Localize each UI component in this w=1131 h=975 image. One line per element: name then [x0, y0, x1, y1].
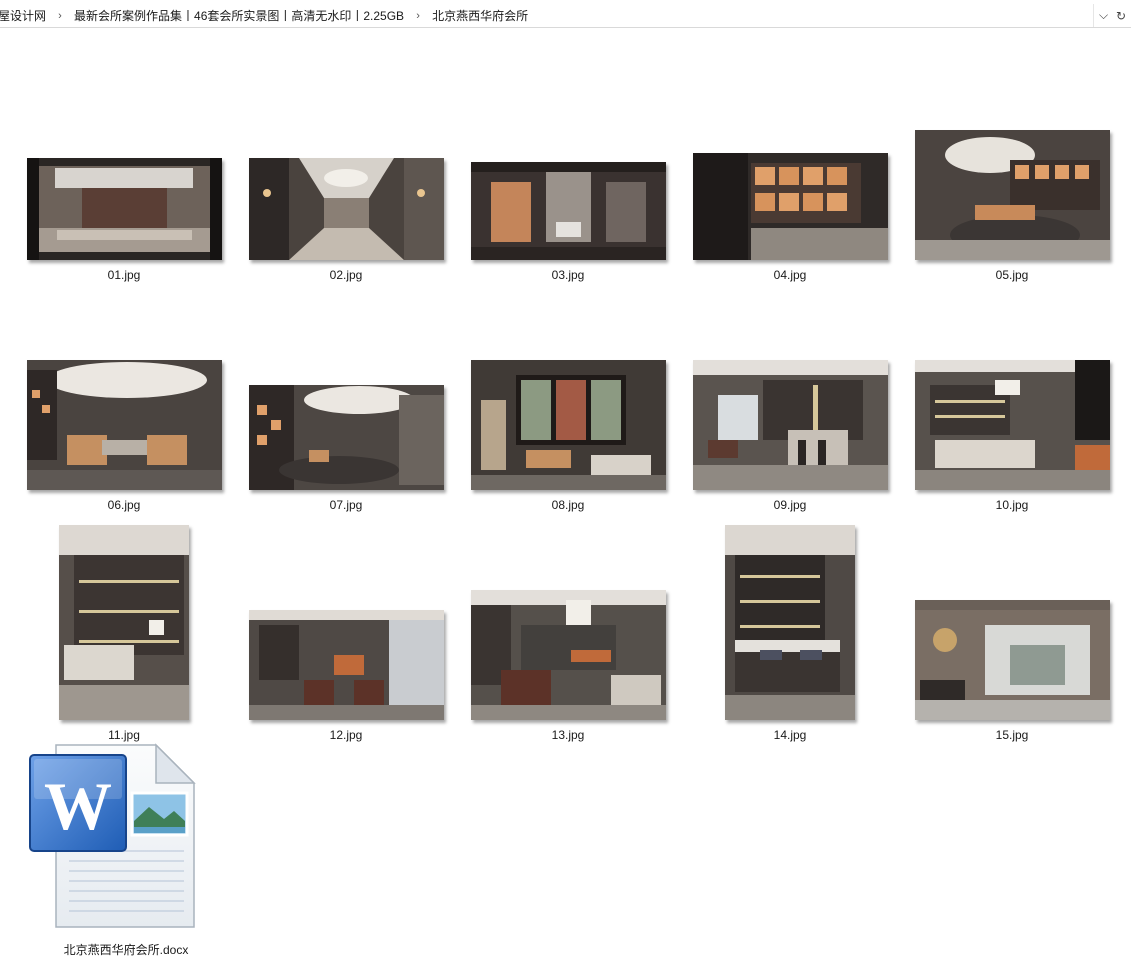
file-name: 08.jpg [551, 498, 585, 512]
breadcrumb-item-site[interactable]: 屋设计网 [0, 7, 48, 24]
image-thumbnail [26, 158, 222, 260]
image-thumbnail [725, 525, 855, 720]
file-name: 04.jpg [773, 268, 807, 282]
file-name: 15.jpg [995, 728, 1029, 742]
file-name: 05.jpg [995, 268, 1029, 282]
file-name: 北京燕西华府会所.docx [63, 943, 189, 957]
image-thumbnail [470, 360, 666, 490]
file-name: 09.jpg [773, 498, 807, 512]
breadcrumb: 屋设计网 › 最新会所案例作品集丨46套会所实景图丨高清无水印丨2.25GB ›… [0, 4, 530, 27]
chevron-right-icon[interactable]: › [406, 10, 430, 22]
image-thumbnail [470, 590, 666, 720]
file-name: 11.jpg [108, 728, 140, 742]
file-name: 10.jpg [995, 498, 1029, 512]
refresh-icon[interactable]: ↻ [1111, 4, 1131, 27]
chevron-down-icon[interactable]: ⌵ [1093, 4, 1113, 27]
file-name: 01.jpg [107, 268, 141, 282]
file-name: 14.jpg [773, 728, 807, 742]
image-thumbnail [470, 162, 666, 260]
chevron-right-icon[interactable]: › [48, 10, 72, 22]
image-thumbnail [914, 360, 1110, 490]
landscape-picture-icon [130, 791, 189, 837]
file-name: 03.jpg [551, 268, 585, 282]
file-name: 06.jpg [107, 498, 141, 512]
breadcrumb-item-collection[interactable]: 最新会所案例作品集丨46套会所实景图丨高清无水印丨2.25GB [72, 7, 406, 24]
image-thumbnail [59, 525, 189, 720]
file-name: 07.jpg [329, 498, 363, 512]
image-thumbnail [248, 158, 444, 260]
image-thumbnail [248, 385, 444, 490]
image-thumbnail [692, 360, 888, 490]
breadcrumb-item-current-folder[interactable]: 北京燕西华府会所 [430, 7, 530, 24]
file-name: 13.jpg [551, 728, 585, 742]
image-thumbnail [692, 153, 888, 260]
word-letter: W [44, 768, 112, 844]
image-thumbnail [914, 600, 1110, 720]
file-name: 12.jpg [329, 728, 363, 742]
image-thumbnail [914, 130, 1110, 260]
address-bar[interactable]: 屋设计网 › 最新会所案例作品集丨46套会所实景图丨高清无水印丨2.25GB ›… [0, 4, 1131, 28]
image-thumbnail [26, 360, 222, 490]
file-name: 02.jpg [329, 268, 363, 282]
word-document-icon[interactable]: W [24, 741, 199, 931]
image-thumbnail [248, 610, 444, 720]
